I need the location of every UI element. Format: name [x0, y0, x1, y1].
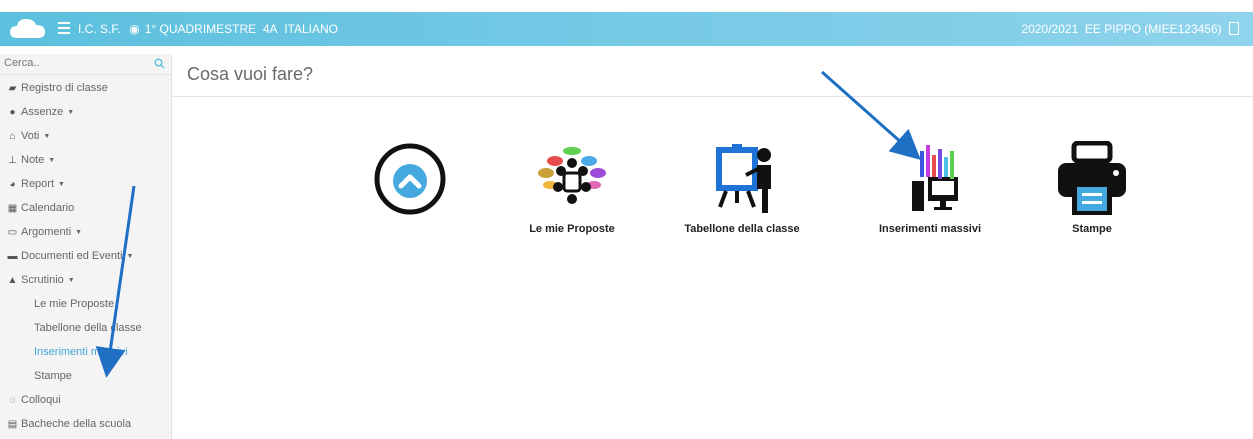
arrow-to-inserimenti-tile: [821, 70, 921, 160]
breadcrumb[interactable]: I.C. S.F. ◉ 1° QUADRIMESTRE 4A ITALIANO: [78, 22, 338, 36]
eye-icon: ◉: [129, 22, 140, 36]
tile-label: Le mie Proposte: [529, 223, 615, 235]
caret-down-icon: ▼: [43, 133, 51, 140]
sidebar-item-label: Documenti ed Eventi: [21, 250, 123, 262]
sidebar-item-label: Registro di classe: [21, 82, 108, 94]
sidebar-item-label: Assenze: [21, 106, 64, 118]
sidebar-item-report[interactable]: ◕ Report ▼: [0, 175, 171, 193]
cloud-logo-icon[interactable]: [8, 16, 48, 42]
sidebar-subitem-tabellone[interactable]: Tabellone della classe: [0, 319, 205, 337]
book-icon: ▰: [8, 83, 17, 94]
user-icon: ●: [9, 107, 16, 118]
sidebar-item-label: Scrutinio: [21, 274, 64, 286]
caret-down-icon: ▼: [58, 181, 65, 188]
title-divider: [171, 96, 1253, 97]
board-icon: ▤: [7, 419, 18, 430]
tile-label: Inserimenti massivi: [878, 223, 982, 235]
sidebar-item-label: Calendario: [21, 202, 75, 214]
sidebar-item-calendario[interactable]: ▦ Calendario: [0, 199, 171, 217]
sidebar-item-note[interactable]: ⊥ Note ▼: [0, 151, 171, 169]
presentation-icon: [716, 144, 771, 213]
logout-icon[interactable]: [1229, 22, 1239, 35]
tile-label: Tabellone della classe: [684, 223, 800, 235]
caret-down-icon: ▼: [75, 229, 83, 236]
sidebar-item-colloqui[interactable]: ◌ Colloqui: [0, 391, 171, 409]
tile-back[interactable]: [371, 141, 449, 217]
sidebar-item-label: Le mie Proposte: [34, 298, 115, 310]
sidebar-item-label: Stampe: [34, 370, 72, 382]
sidebar-item-assenze[interactable]: ● Assenze ▼: [0, 103, 171, 121]
sidebar-item-label: Report: [21, 178, 55, 190]
sidebar-subitem-inserimenti[interactable]: Inserimenti massivi: [0, 343, 205, 361]
caret-down-icon: ▼: [67, 277, 75, 284]
tile-tabellone-della-classe[interactable]: Tabellone della classe: [676, 141, 808, 235]
meeting-icon: [538, 147, 606, 204]
sidebar-subitem-stampe[interactable]: Stampe: [0, 367, 205, 385]
computer-bars-icon: [912, 145, 958, 211]
sidebar-subitem-proposte[interactable]: Le mie Proposte: [0, 295, 205, 313]
sidebar-item-label: Colloqui: [21, 394, 61, 406]
archive-icon: ▬: [7, 251, 18, 262]
sidebar-item-scrutinio[interactable]: ▲ Scrutinio ▼: [0, 271, 171, 289]
pin-icon: ⊥: [8, 155, 17, 166]
sidebar-item-label: Inserimenti massivi: [34, 346, 128, 358]
school-year[interactable]: 2020/2021: [1022, 22, 1079, 36]
tile-stampe[interactable]: Stampe: [1052, 141, 1132, 235]
chevron-up-circle-icon[interactable]: [372, 141, 448, 217]
search-icon[interactable]: [154, 58, 165, 69]
breadcrumb-period[interactable]: 1° QUADRIMESTRE: [145, 22, 256, 36]
printer-icon: [1058, 141, 1126, 215]
caret-down-icon: ▼: [126, 253, 134, 260]
breadcrumb-class[interactable]: 4A: [263, 22, 278, 36]
menu-icon[interactable]: [58, 22, 70, 34]
sidebar-item-label: Argomenti: [21, 226, 72, 238]
sidebar-item-argomenti[interactable]: ▭ Argomenti ▼: [0, 223, 171, 241]
tile-label: Stampe: [1072, 223, 1112, 235]
folder-open-icon: ▭: [7, 227, 18, 238]
calendar-icon: ▦: [7, 203, 18, 214]
sidebar-item-registro[interactable]: ▰ Registro di classe: [0, 79, 171, 97]
sidebar-item-label: Voti: [21, 130, 40, 142]
sidebar-item-documenti[interactable]: ▬ Documenti ed Eventi ▼: [0, 247, 171, 265]
sidebar-item-label: Note: [21, 154, 45, 166]
pie-chart-icon: ◕: [9, 179, 16, 190]
search-box: [0, 54, 171, 75]
sidebar-item-bacheche[interactable]: ▤ Bacheche della scuola: [0, 415, 171, 433]
search-input[interactable]: [0, 54, 149, 72]
user-name[interactable]: EE PIPPO (MIEE123456): [1085, 22, 1222, 36]
tile-le-mie-proposte[interactable]: Le mie Proposte: [517, 141, 627, 235]
bank-icon: ⌂: [9, 131, 16, 142]
breadcrumb-subject[interactable]: ITALIANO: [284, 22, 338, 36]
sidebar-item-label: Bacheche della scuola: [21, 418, 132, 430]
breadcrumb-school[interactable]: I.C. S.F.: [78, 22, 121, 36]
caret-down-icon: ▼: [48, 157, 56, 164]
page-title: Cosa vuoi fare?: [187, 64, 314, 84]
caret-down-icon: ▼: [67, 109, 75, 116]
sidebar: ▰Registro di classe ●Assenze▼ ⌂Voti▼ ⊥No…: [0, 54, 172, 439]
user-info[interactable]: 2020/2021 EE PIPPO (MIEE123456): [1022, 22, 1239, 36]
tile-inserimenti-massivi[interactable]: Inserimenti massivi: [870, 141, 990, 235]
sidebar-item-voti[interactable]: ⌂ Voti ▼: [0, 127, 171, 145]
graduation-cap-icon: ▲: [7, 275, 18, 286]
top-bar: I.C. S.F. ◉ 1° QUADRIMESTRE 4A ITALIANO …: [0, 12, 1253, 46]
comments-icon: ◌: [9, 395, 16, 406]
sidebar-item-label: Tabellone della classe: [34, 322, 142, 334]
